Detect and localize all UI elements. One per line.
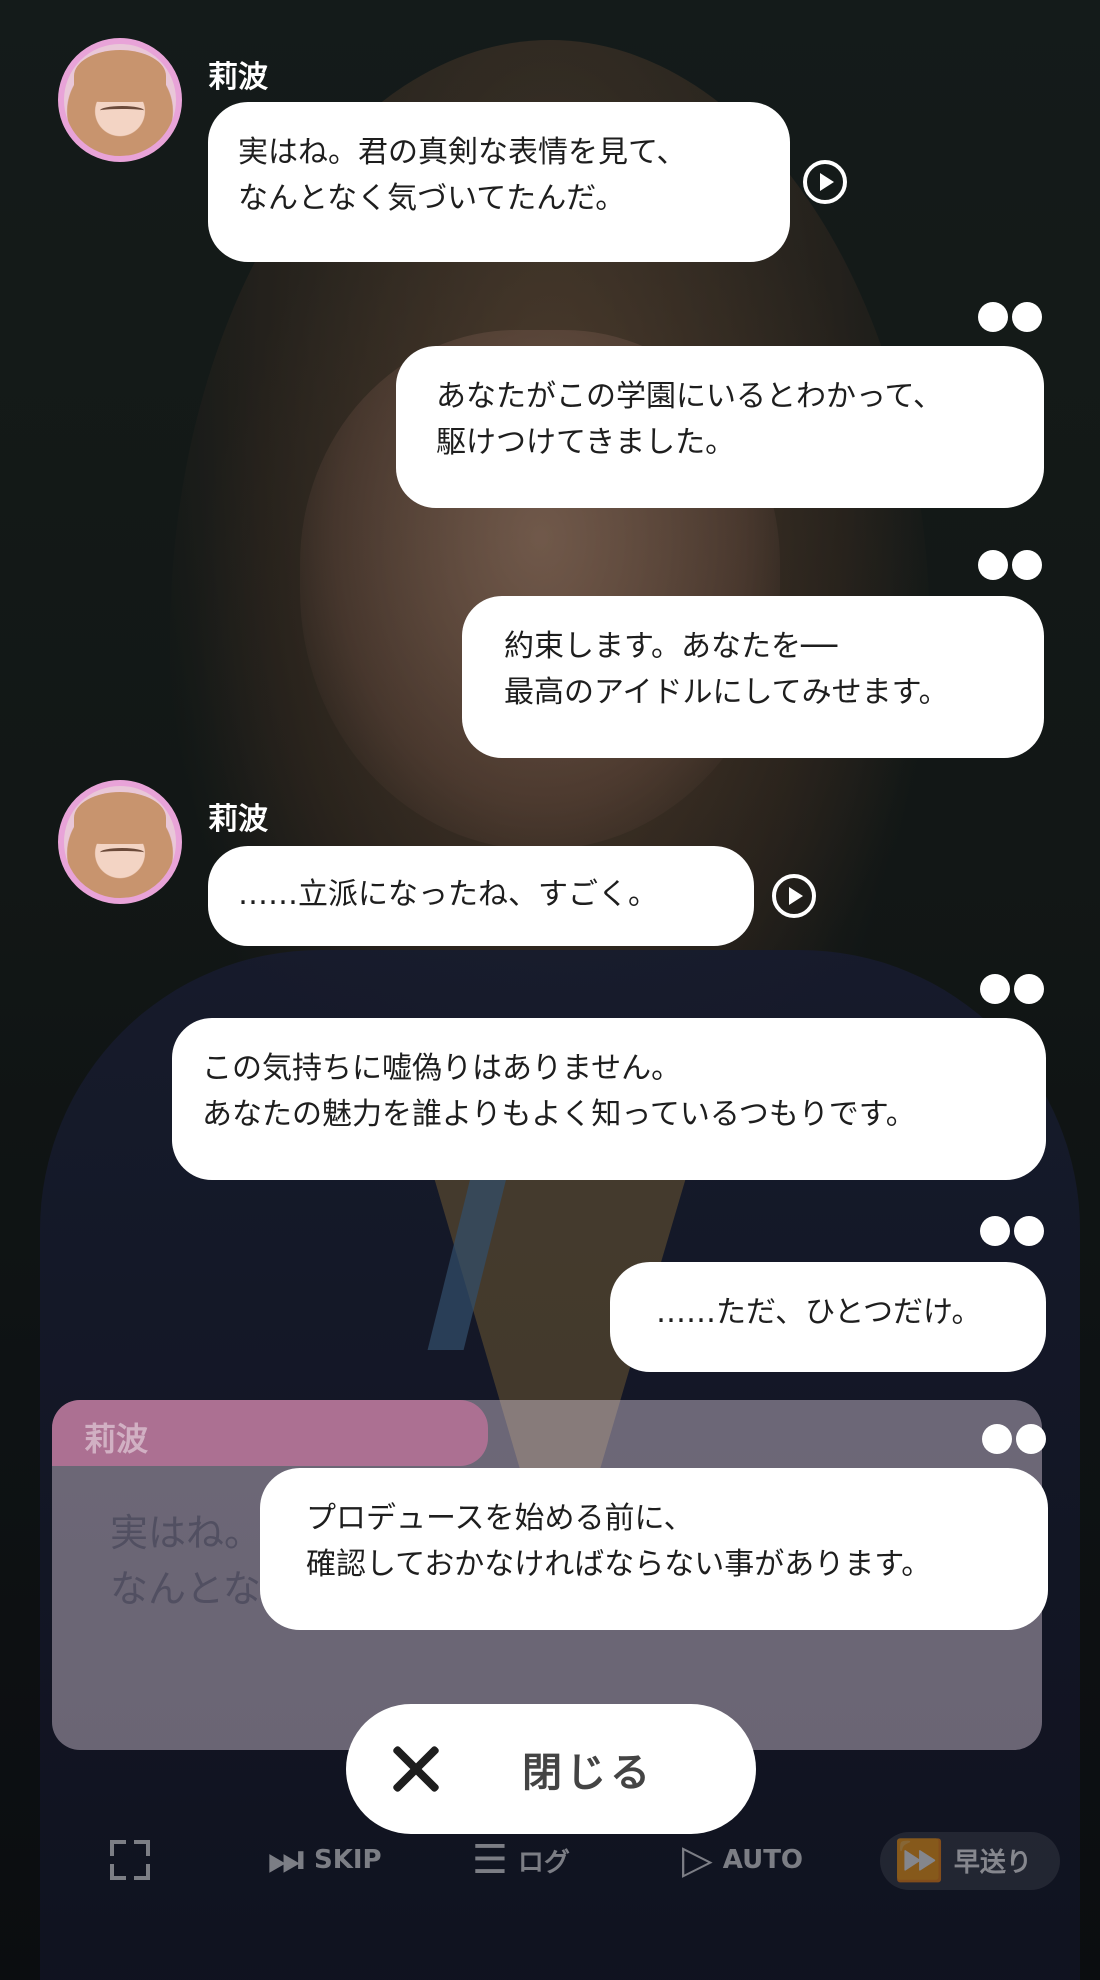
speaker-name: 莉波 bbox=[208, 60, 268, 95]
close-button-label: 閉じる bbox=[522, 1750, 654, 1796]
log-icon: ☰ bbox=[472, 1837, 508, 1883]
player-indicator-icon bbox=[978, 550, 1042, 580]
auto-label: AUTO bbox=[722, 1845, 804, 1875]
dialogue-text: 実はね。 なんとな bbox=[110, 1511, 263, 1611]
player-message-bubble: プロデュースを始める前に、 確認しておかなければならない事があります。 bbox=[260, 1468, 1048, 1630]
player-indicator-icon bbox=[980, 1216, 1044, 1246]
player-message-bubble: ……ただ、ひとつだけ。 bbox=[610, 1262, 1046, 1372]
fullscreen-icon bbox=[110, 1840, 150, 1880]
speaker-message-bubble: ……立派になったね、すごく。 bbox=[208, 846, 754, 946]
player-message-bubble: 約束します。あなたを── 最高のアイドルにしてみせます。 bbox=[462, 596, 1044, 758]
player-message-bubble: この気持ちに嘘偽りはありません。 あなたの魅力を誰よりもよく知っているつもりです… bbox=[172, 1018, 1046, 1180]
skip-button[interactable]: ⏭ SKIP bbox=[268, 1830, 382, 1890]
voice-play-icon[interactable] bbox=[803, 160, 847, 204]
dialogue-speaker-name: 莉波 bbox=[52, 1400, 488, 1466]
fast-forward-label: 早送り bbox=[953, 1847, 1032, 1878]
auto-button[interactable]: ▷ AUTO bbox=[682, 1830, 803, 1890]
close-log-button[interactable]: 閉じる bbox=[346, 1704, 756, 1834]
fast-forward-icon: ⏩ bbox=[894, 1837, 944, 1884]
bottom-toolbar: ⏭ SKIP ☰ ログ ▷ AUTO ⏩ 早送り bbox=[0, 1830, 1100, 1890]
player-indicator-icon bbox=[980, 974, 1044, 1004]
log-button[interactable]: ☰ ログ bbox=[472, 1830, 570, 1890]
fast-forward-button[interactable]: ⏩ 早送り bbox=[894, 1830, 1032, 1890]
speaker-message-bubble: 実はね。君の真剣な表情を見て、 なんとなく気づいてたんだ。 bbox=[208, 102, 790, 262]
close-icon bbox=[390, 1743, 442, 1795]
voice-play-icon[interactable] bbox=[772, 874, 816, 918]
auto-play-icon: ▷ bbox=[682, 1837, 713, 1883]
fullscreen-button[interactable] bbox=[110, 1830, 150, 1890]
player-indicator-icon bbox=[982, 1424, 1046, 1454]
skip-label: SKIP bbox=[314, 1845, 382, 1875]
speaker-avatar bbox=[58, 38, 182, 162]
player-message-bubble: あなたがこの学園にいるとわかって、 駆けつけてきました。 bbox=[396, 346, 1044, 508]
player-indicator-icon bbox=[978, 302, 1042, 332]
log-label: ログ bbox=[517, 1847, 570, 1878]
skip-icon: ⏭ bbox=[268, 1837, 304, 1883]
speaker-avatar bbox=[58, 780, 182, 904]
speaker-name: 莉波 bbox=[208, 802, 268, 837]
